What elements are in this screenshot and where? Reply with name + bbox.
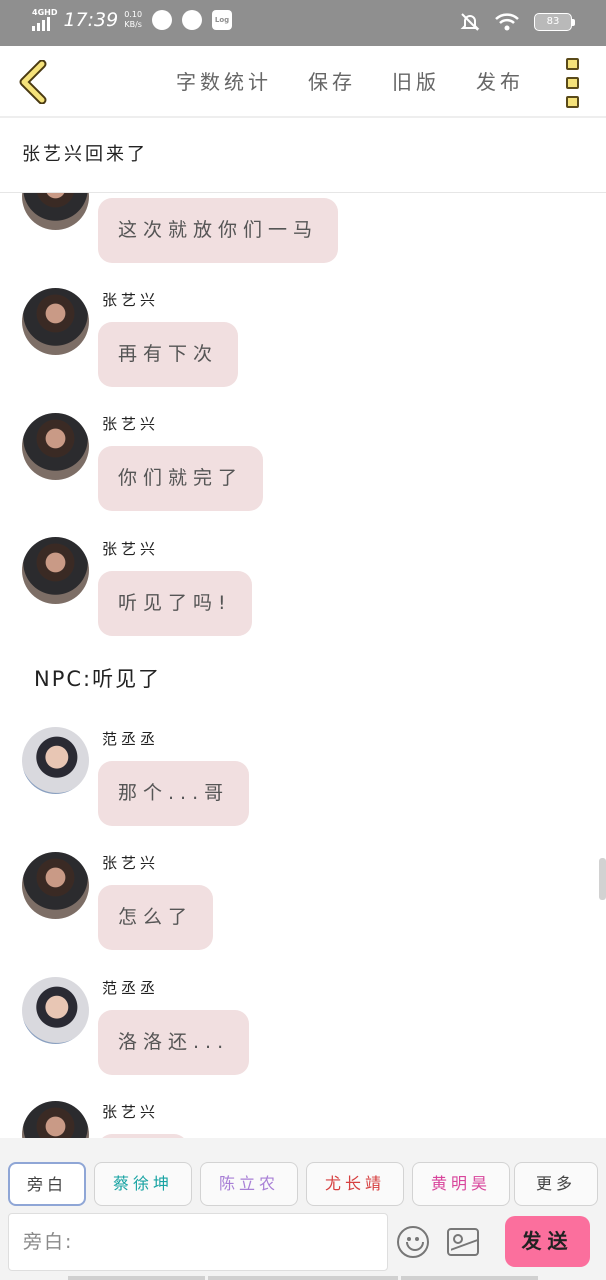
status-time: 17:39 bbox=[63, 8, 119, 31]
avatar[interactable] bbox=[22, 288, 89, 355]
message-bubble[interactable]: 听见了吗! bbox=[98, 571, 252, 636]
role-chip[interactable]: 黄明昊 bbox=[412, 1162, 510, 1206]
chapter-title[interactable]: 张艺兴回来了 bbox=[22, 140, 148, 166]
narration-text[interactable]: NPC:听见了 bbox=[34, 663, 161, 693]
mute-bell-icon bbox=[460, 13, 480, 31]
log-icon: Log bbox=[212, 9, 233, 30]
scrollbar[interactable] bbox=[599, 858, 606, 900]
message-bubble[interactable]: 怎么了 bbox=[98, 885, 214, 950]
role-chip[interactable]: 陈立农 bbox=[200, 1162, 298, 1206]
network-type: 4GHD bbox=[32, 8, 58, 17]
sender-name: 范丞丞 bbox=[102, 730, 160, 748]
speedometer-icon bbox=[152, 9, 173, 30]
message-bubble[interactable]: 这次就放你们一马 bbox=[98, 198, 339, 263]
divider bbox=[0, 116, 606, 118]
word-count-button[interactable]: 字数统计 bbox=[176, 66, 272, 95]
battery-icon: 83 bbox=[534, 13, 575, 31]
avatar[interactable] bbox=[22, 537, 89, 604]
wechat-icon bbox=[182, 9, 203, 30]
sender-name: 张艺兴 bbox=[102, 1103, 160, 1121]
avatar[interactable] bbox=[22, 1101, 89, 1138]
emoji-icon[interactable] bbox=[397, 1226, 429, 1258]
network-speed: 0.10 KB/s bbox=[124, 10, 142, 30]
sender-name: 张艺兴 bbox=[102, 415, 160, 433]
status-bar: 4GHD 17:39 0.10 KB/s Log 83 bbox=[0, 0, 606, 46]
old-version-button[interactable]: 旧版 bbox=[392, 66, 440, 95]
message-bubble[interactable]: 洛洛还... bbox=[98, 1010, 250, 1075]
avatar[interactable] bbox=[22, 977, 89, 1044]
message-bubble[interactable]: 那个...哥 bbox=[98, 761, 250, 826]
nav-bar-segment bbox=[401, 1276, 538, 1280]
message-bubble[interactable]: 再有下次 bbox=[98, 322, 239, 387]
sender-name: 张艺兴 bbox=[102, 291, 160, 309]
save-button[interactable]: 保存 bbox=[308, 66, 356, 95]
signal-icon: 4GHD bbox=[32, 8, 57, 31]
avatar[interactable] bbox=[22, 727, 89, 794]
send-button[interactable]: 发送 bbox=[505, 1216, 590, 1267]
nav-bar-segment bbox=[208, 1276, 398, 1280]
message-bubble[interactable]: 你们就完了 bbox=[98, 446, 264, 511]
sender-name: 张艺兴 bbox=[102, 540, 160, 558]
nav-bar-segment bbox=[68, 1276, 205, 1280]
speed-unit: KB/s bbox=[124, 19, 142, 29]
publish-button[interactable]: 发布 bbox=[476, 66, 524, 95]
message-input[interactable] bbox=[8, 1213, 388, 1271]
avatar[interactable] bbox=[22, 193, 89, 230]
image-icon[interactable] bbox=[447, 1228, 479, 1256]
avatar[interactable] bbox=[22, 852, 89, 919]
composer: 旁白 蔡徐坤 陈立农 尤长靖 黄明昊 更多 发送 bbox=[0, 1138, 606, 1280]
back-arrow-icon[interactable] bbox=[16, 60, 50, 104]
role-chip[interactable]: 蔡徐坤 bbox=[94, 1162, 192, 1206]
more-roles-button[interactable]: 更多 bbox=[514, 1162, 598, 1206]
avatar[interactable] bbox=[22, 413, 89, 480]
role-chip[interactable]: 尤长靖 bbox=[306, 1162, 404, 1206]
chat-list[interactable]: 这次就放你们一马 张艺兴 再有下次 张艺兴 你们就完了 张艺兴 听见了吗! NP… bbox=[0, 193, 606, 1138]
more-options-icon[interactable] bbox=[566, 58, 580, 108]
sender-name: 范丞丞 bbox=[102, 979, 160, 997]
speed-value: 0.10 bbox=[124, 9, 143, 19]
role-chip-narrator[interactable]: 旁白 bbox=[8, 1162, 86, 1206]
app-bar: 字数统计 保存 旧版 发布 bbox=[0, 46, 606, 116]
sender-name: 张艺兴 bbox=[102, 854, 160, 872]
wifi-icon bbox=[495, 13, 519, 31]
